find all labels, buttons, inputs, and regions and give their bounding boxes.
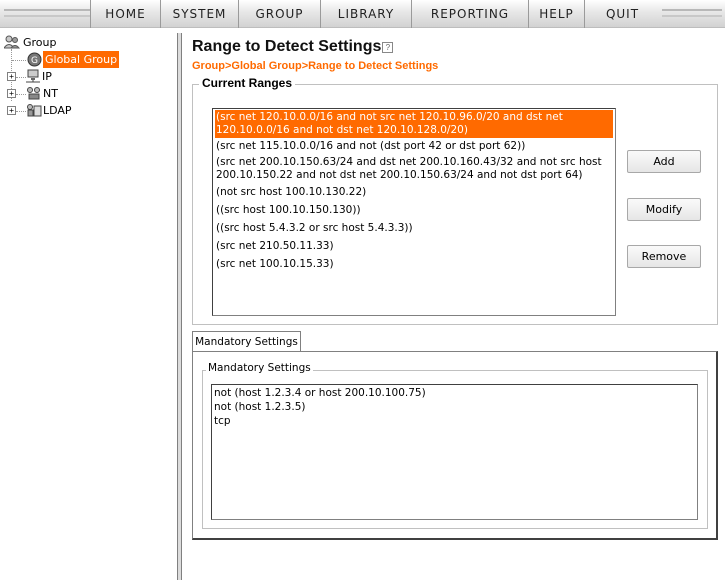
tree-connector-line [12,60,26,61]
modify-button[interactable]: Modify [627,198,701,221]
tree-connector-line [16,111,26,112]
current-ranges-legend: Current Ranges [199,76,296,90]
ldap-directory-icon [27,104,42,117]
panel-splitter[interactable] [178,33,182,580]
tree-item-label: NT [43,87,58,100]
breadcrumb: Group>Global Group>Range to Detect Setti… [192,60,439,72]
nav-group[interactable]: GROUP [238,0,320,28]
tree-connector-line [16,77,26,78]
range-item[interactable]: (src net 200.10.150.63/24 and dst net 20… [215,155,613,183]
mandatory-line: not (host 1.2.3.5) [214,401,306,413]
tree-item-nt[interactable]: NT [26,85,60,102]
nav-home[interactable]: HOME [90,0,160,28]
page-title: Range to Detect Settings? [192,38,394,56]
range-item[interactable]: ((src host 100.10.150.130)) [215,203,613,218]
mandatory-settings-legend: Mandatory Settings [206,362,313,374]
tree-item-label: Global Group [43,51,120,68]
nav-system[interactable]: SYSTEM [160,0,238,28]
help-icon[interactable]: ? [382,42,394,53]
range-item[interactable]: (src net 115.10.0.0/16 and not (dst port… [215,139,613,154]
tree-item-label: LDAP [43,104,72,117]
tree-root-group[interactable]: Group [4,34,59,51]
expand-toggle-nt[interactable]: + [7,89,16,98]
tree-root-label: Group [23,36,57,49]
range-item[interactable]: ((src host 5.4.3.2 or src host 5.4.3.3)) [215,221,613,236]
nt-domain-icon [27,87,40,100]
network-computer-icon [26,69,40,83]
add-button[interactable]: Add [627,150,701,173]
mandatory-settings-textarea[interactable]: not (host 1.2.3.4 or host 200.10.100.75)… [211,384,698,520]
nav-decoration-left [4,9,90,17]
range-item[interactable]: (src net 210.50.11.33) [215,239,613,254]
mandatory-line: tcp [214,415,231,427]
nav-help[interactable]: HELP [528,0,584,28]
tree-item-ip[interactable]: IP [26,68,54,85]
tree-item-global-group[interactable]: G Global Group [27,51,120,68]
nav-library[interactable]: LIBRARY [320,0,411,28]
tree-item-ldap[interactable]: LDAP [26,102,74,119]
mandatory-line: not (host 1.2.3.4 or host 200.10.100.75) [214,387,426,399]
tab-mandatory-settings[interactable]: Mandatory Settings [192,331,301,352]
group-tree-panel: Group G Global Group + IP + NT + LDAP [0,33,178,580]
range-item[interactable]: (src net 100.10.15.33) [215,257,613,272]
tree-connector-line [16,94,26,95]
top-nav-bar: HOME SYSTEM GROUP LIBRARY REPORTING HELP… [0,0,725,28]
remove-button[interactable]: Remove [627,245,701,268]
nav-reporting[interactable]: REPORTING [411,0,528,28]
nav-decoration-right [662,9,722,17]
expand-toggle-ldap[interactable]: + [7,106,16,115]
svg-text:G: G [31,56,38,66]
page-title-text: Range to Detect Settings [192,38,382,55]
group-users-icon [4,35,20,49]
tree-item-label: IP [42,70,52,83]
global-group-icon: G [27,52,42,67]
range-item[interactable]: (src net 120.10.0.0/16 and not src net 1… [215,110,613,138]
current-ranges-list[interactable]: (src net 120.10.0.0/16 and not src net 1… [212,108,616,316]
range-item[interactable]: (not src host 100.10.130.22) [215,185,613,200]
expand-toggle-ip[interactable]: + [7,72,16,81]
nav-quit[interactable]: QUIT [584,0,660,28]
